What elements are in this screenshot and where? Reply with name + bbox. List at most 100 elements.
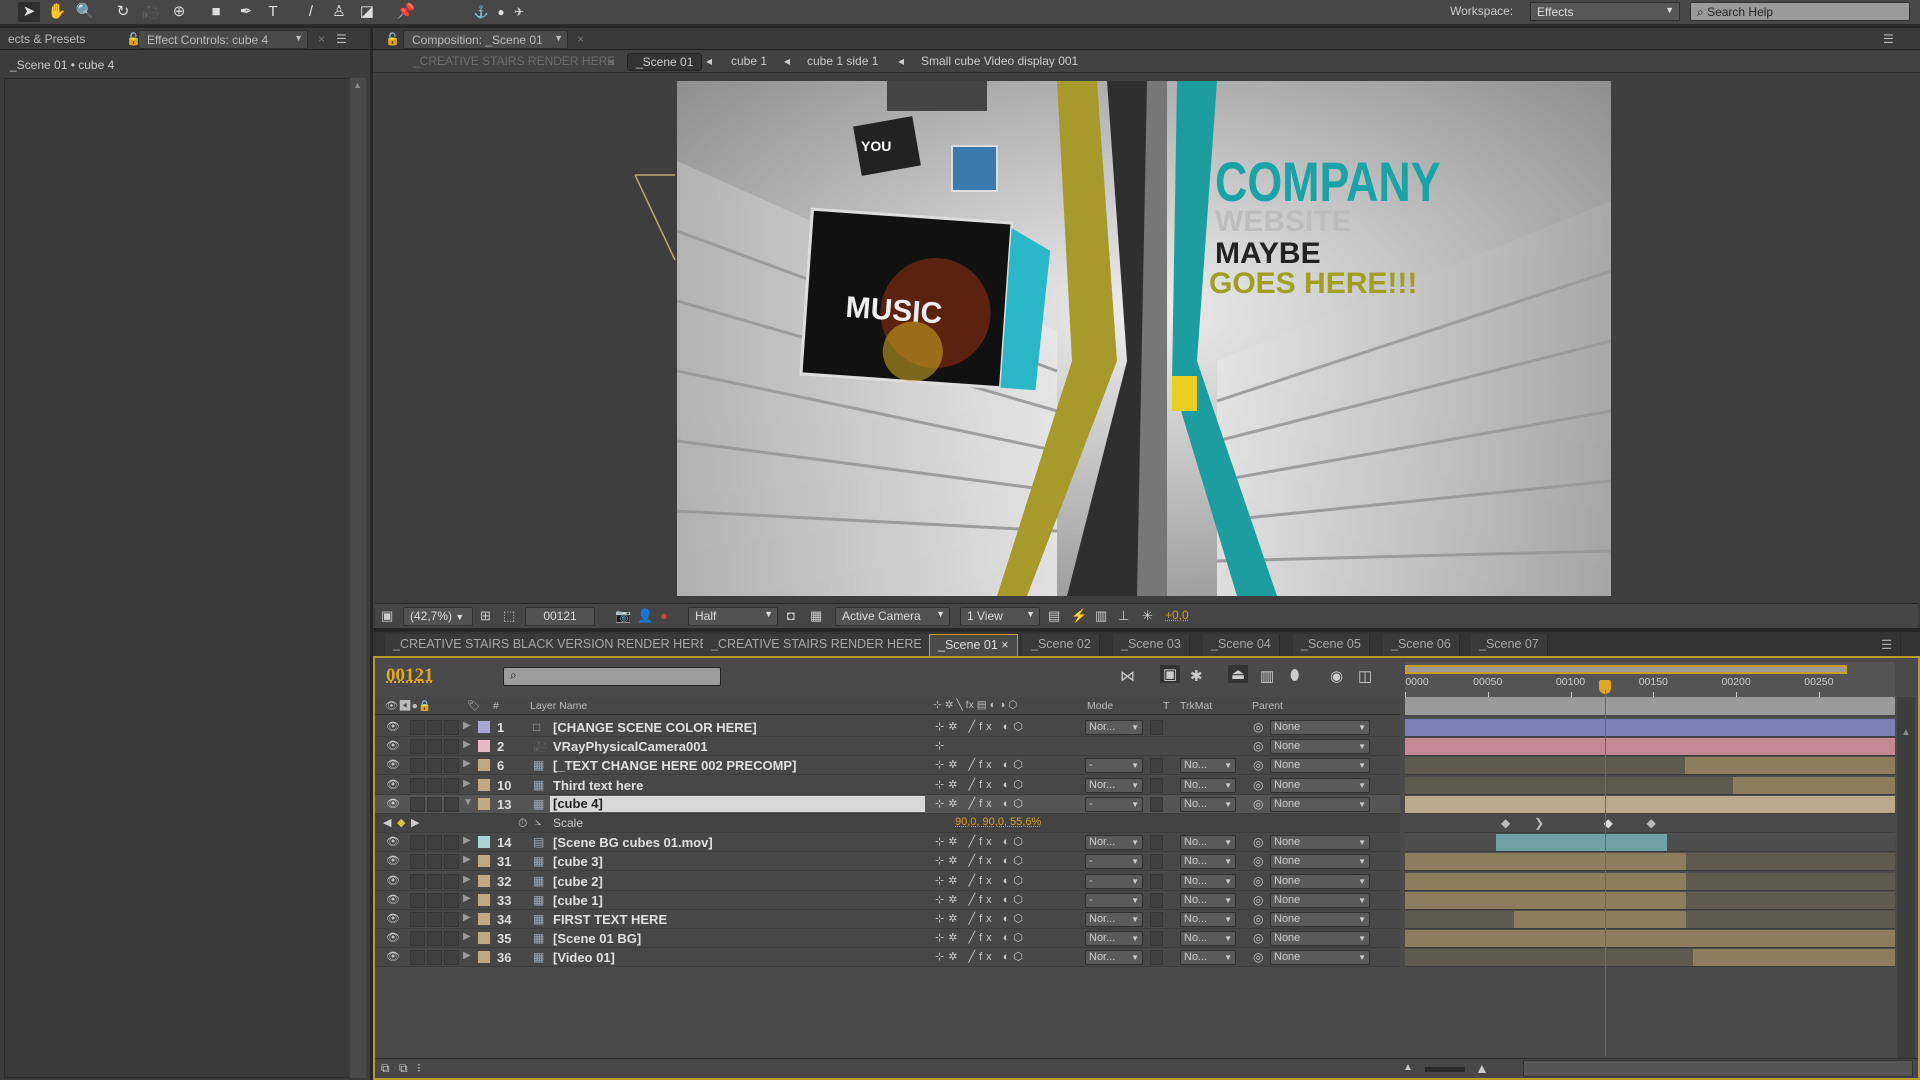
exposure-value[interactable]: +0,0 <box>1165 608 1189 622</box>
grid-icon[interactable]: ⊞ <box>480 608 491 624</box>
layer-switches[interactable]: ⊹✲ ╱fx ◐⬡ <box>935 912 1027 925</box>
layer-name[interactable]: [cube 3] <box>550 854 603 870</box>
layer-row[interactable]: 👁 ▶ 2 🎥 VRayPhysicalCamera001 ⊹ ◎ None <box>375 737 1400 757</box>
expand-arrow-icon[interactable]: ▶ <box>463 931 471 942</box>
audio-switch[interactable] <box>410 739 425 755</box>
layer-row[interactable]: 👁 ▶ 14 ▤ [Scene BG cubes 01.mov] ⊹✲ ╱fx ◐⬡ Nor… <box>375 833 1400 853</box>
layer-track[interactable] <box>1405 910 1895 929</box>
layer-row[interactable]: 👁 ▶ 35 ▦ [Scene 01 BG] ⊹✲ ╱fx ◐⬡ Nor... No... ◎ N… <box>375 929 1400 949</box>
lock-switch[interactable] <box>444 835 459 851</box>
label-color-swatch[interactable] <box>478 874 490 887</box>
label-color-swatch[interactable] <box>478 759 490 772</box>
visibility-eye-icon[interactable]: 👁 <box>386 854 400 867</box>
lock-switch[interactable] <box>444 758 459 774</box>
layer-switches[interactable]: ⊹ <box>935 739 948 752</box>
visibility-eye-icon[interactable]: 👁 <box>386 778 400 791</box>
workspace-dropdown[interactable]: Effects ▼ <box>1530 2 1680 21</box>
tab-scene-01[interactable]: _Scene 01 × <box>929 634 1018 656</box>
layer-name[interactable]: VRayPhysicalCamera001 <box>550 739 708 755</box>
crumb-scene-01[interactable]: _Scene 01 <box>627 53 703 71</box>
track-matte-dropdown[interactable]: No... <box>1180 912 1236 927</box>
lock-switch[interactable] <box>444 931 459 947</box>
view-layout-dropdown[interactable]: 1 View ▼ <box>960 607 1040 626</box>
prev-keyframe-icon[interactable]: ◀ <box>383 816 391 829</box>
parent-dropdown[interactable]: None <box>1270 854 1370 870</box>
layer-track[interactable] <box>1405 775 1895 795</box>
toggle-modes-icon[interactable]: ⧉ <box>399 1061 408 1076</box>
camera-view-dropdown[interactable]: Active Camera ▼ <box>835 607 950 626</box>
layer-bar[interactable] <box>1514 911 1687 928</box>
label-color-swatch[interactable] <box>478 932 490 945</box>
layer-bar[interactable] <box>1405 930 1895 948</box>
visibility-eye-icon[interactable]: 👁 <box>386 912 400 925</box>
expand-arrow-icon[interactable]: ▶ <box>463 893 471 904</box>
visibility-eye-icon[interactable]: 👁 <box>386 950 400 963</box>
solo-switch[interactable] <box>427 796 442 812</box>
layer-bar[interactable] <box>1405 891 1687 909</box>
exposure-icon[interactable]: ✳ <box>1142 608 1153 624</box>
solo-switch[interactable] <box>427 873 442 889</box>
audio-switch[interactable] <box>410 777 425 793</box>
tab-creative-stairs-render-here[interactable]: _CREATIVE STAIRS RENDER HERE <box>703 634 931 656</box>
snapshot-icon[interactable]: 📷 <box>615 608 631 624</box>
lock-switch[interactable] <box>444 720 459 735</box>
blend-mode-dropdown[interactable]: - <box>1085 854 1143 870</box>
column-layer-name[interactable]: Layer Name <box>530 700 587 712</box>
stopwatch-icon[interactable]: ⏱ <box>518 816 527 831</box>
always-preview-icon[interactable]: ▣ <box>381 608 393 624</box>
track-matte-dropdown[interactable]: No... <box>1180 758 1236 774</box>
layer-row[interactable]: 👁 ▶ 1 □ [CHANGE SCENE COLOR HERE] ⊹✲ ╱fx ◐⬡ No… <box>375 718 1400 737</box>
audio-switch[interactable] <box>410 912 425 927</box>
layer-name[interactable]: FIRST TEXT HERE <box>550 912 667 928</box>
crumb-render[interactable]: _CREATIVE STAIRS RENDER HERE <box>413 54 615 68</box>
zoom-tool-icon[interactable]: 🔍 <box>74 2 96 22</box>
parent-dropdown[interactable]: None <box>1270 720 1370 735</box>
lock-switch[interactable] <box>444 892 459 908</box>
pick-whip-icon[interactable]: ◎ <box>1253 720 1263 734</box>
anchor-icon[interactable]: ⚓ <box>470 2 492 22</box>
pen-tool-icon[interactable]: ✒ <box>235 2 257 22</box>
zoom-slider[interactable] <box>1425 1067 1465 1072</box>
panel-menu-icon[interactable]: ☰ <box>1875 30 1902 49</box>
layer-bar[interactable] <box>1405 795 1895 813</box>
solo-switch[interactable] <box>427 835 442 851</box>
parent-dropdown[interactable]: None <box>1270 950 1370 966</box>
timeline-icon[interactable]: ▥ <box>1095 608 1107 624</box>
layer-name[interactable]: [cube 1] <box>550 893 603 909</box>
track-matte-dropdown[interactable]: No... <box>1180 873 1236 889</box>
solo-switch[interactable] <box>427 854 442 870</box>
label-color-swatch[interactable] <box>478 855 490 868</box>
lock-switch[interactable] <box>444 796 459 812</box>
frame-blending-icon[interactable]: ⏏ <box>1228 665 1249 683</box>
preserve-transparency-toggle[interactable] <box>1150 931 1163 947</box>
layer-switches[interactable]: ⊹✲ ╱fx ◐⬡ <box>935 874 1027 887</box>
layer-switches[interactable]: ⊹✲ ╱fx ◐⬡ <box>935 797 1027 810</box>
pick-whip-icon[interactable]: ◎ <box>1253 874 1263 888</box>
layer-bar[interactable] <box>1732 776 1895 794</box>
parent-dropdown[interactable]: None <box>1270 931 1370 947</box>
layer-name[interactable]: [_TEXT CHANGE HERE 002 PRECOMP] <box>550 758 796 774</box>
tab-scene-06[interactable]: _Scene 06 <box>1383 634 1460 656</box>
layer-track[interactable] <box>1405 871 1895 891</box>
track-matte-dropdown[interactable]: No... <box>1180 892 1236 908</box>
layer-bar[interactable] <box>1496 834 1667 852</box>
layer-track[interactable] <box>1405 794 1895 814</box>
expand-arrow-icon[interactable]: ▶ <box>463 720 471 731</box>
audio-switch[interactable] <box>410 873 425 889</box>
layer-track[interactable] <box>1405 833 1895 853</box>
audio-switch[interactable] <box>410 950 425 966</box>
layer-switches[interactable]: ⊹✲ ╱fx ◐⬡ <box>935 720 1027 733</box>
composition-mini-flowchart-icon[interactable]: ⋈ <box>1120 667 1135 685</box>
collapse-arrow-icon[interactable]: ▼ <box>463 797 473 808</box>
close-icon[interactable]: × <box>569 30 592 49</box>
layer-switches[interactable]: ⊹✲ ╱fx ◐⬡ <box>935 758 1027 771</box>
layer-row[interactable]: 👁 ▶ 33 ▦ [cube 1] ⊹✲ ╱fx ◐⬡ - No... ◎ None <box>375 890 1400 910</box>
crumb-video-display[interactable]: Small cube Video display 001 <box>921 54 1078 68</box>
blend-mode-dropdown[interactable]: - <box>1085 892 1143 908</box>
blend-mode-dropdown[interactable]: - <box>1085 758 1143 774</box>
layer-search-input[interactable]: ⌕ <box>503 667 721 686</box>
tab-effects-presets[interactable]: ects & Presets <box>0 30 93 49</box>
layer-name[interactable]: [Video 01] <box>550 950 615 966</box>
label-color-swatch[interactable] <box>478 721 490 733</box>
time-ruler[interactable]: 0000 00050 00100 00150 00200 00250 <box>1405 662 1895 702</box>
